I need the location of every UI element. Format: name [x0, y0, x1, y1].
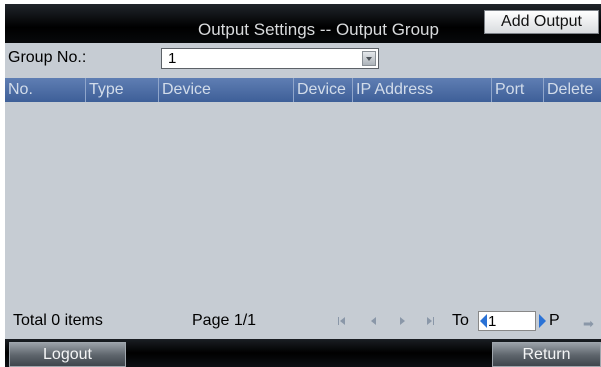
- group-row: Group No.: 1: [5, 47, 601, 69]
- output-settings-window: Output Settings -- Output Group Add Outp…: [5, 4, 601, 367]
- column-header-no: No.: [8, 81, 33, 98]
- decrement-page-icon[interactable]: [480, 314, 487, 328]
- chevron-down-icon[interactable]: [362, 51, 376, 66]
- go-to-label: To: [452, 312, 469, 329]
- total-items-count: Total 0 items: [13, 312, 103, 329]
- add-output-button[interactable]: Add Output: [484, 10, 599, 34]
- group-no-label: Group No.:: [8, 49, 87, 66]
- title-bar: Output Settings -- Output Group Add Outp…: [5, 4, 601, 43]
- column-header-device-2: Device: [293, 78, 352, 102]
- column-header-device: Device: [158, 78, 293, 102]
- logout-button[interactable]: Logout: [9, 342, 126, 367]
- increment-page-icon[interactable]: [539, 314, 546, 328]
- bottom-bar: Logout Return: [5, 339, 601, 367]
- page-title: Output Settings -- Output Group: [198, 20, 439, 39]
- column-header-ip-address: IP Address: [352, 78, 491, 102]
- page-number-value: 1: [488, 313, 497, 330]
- column-header-type: Type: [85, 78, 158, 102]
- column-header-port: Port: [491, 78, 543, 102]
- group-no-select[interactable]: 1: [161, 48, 379, 69]
- go-arrow-icon[interactable]: ➡: [583, 316, 594, 332]
- return-button[interactable]: Return: [492, 342, 601, 367]
- output-list-area: [5, 102, 601, 302]
- page-indicator: Page 1/1: [192, 312, 257, 329]
- pagination-bar: Total 0 items Page 1/1 To 1 P ➡: [5, 305, 601, 334]
- table-header: No. Type Device Device IP Address Port D…: [5, 78, 601, 102]
- group-no-value: 1: [168, 50, 177, 67]
- page-suffix-label: P: [549, 312, 560, 329]
- column-header-delete: Delete: [543, 78, 601, 102]
